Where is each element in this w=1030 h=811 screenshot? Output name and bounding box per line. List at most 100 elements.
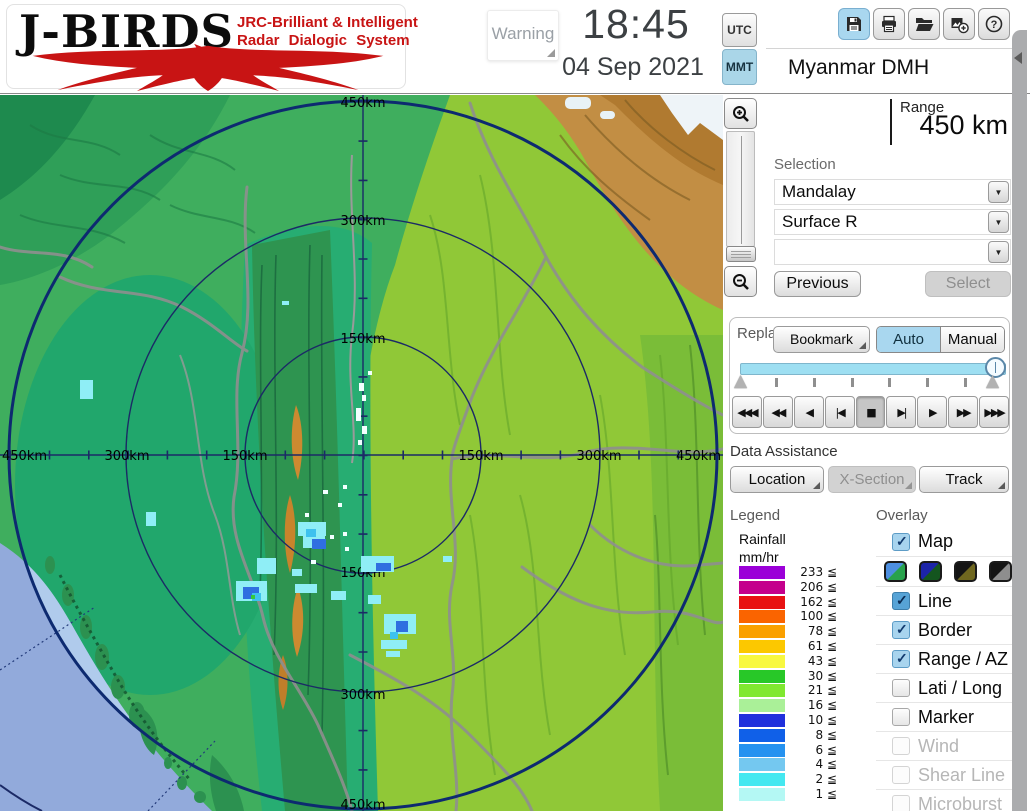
ring-label: 150km: [222, 449, 267, 464]
checkbox-lati-long[interactable]: [892, 679, 910, 697]
legend-color-swatch: [739, 639, 785, 653]
site-dropdown[interactable]: Mandalay ▼: [774, 179, 1011, 205]
ring-label: 150km: [458, 449, 503, 464]
legend-threshold-value: 16 ≦: [807, 698, 837, 713]
legend-row: 2 ≦: [739, 773, 837, 787]
play-button[interactable]: ▶: [917, 396, 948, 428]
legend-row: 78 ≦: [739, 625, 837, 639]
slider-end-marker[interactable]: ▲: [986, 371, 999, 391]
overlay-item-label: Marker: [918, 706, 975, 727]
checkbox-map[interactable]: ✓: [892, 532, 910, 551]
legend-color-swatch: [739, 580, 785, 594]
utc-button[interactable]: UTC: [722, 13, 757, 47]
legend-row: 4 ≦: [739, 758, 837, 772]
select-button: Select: [925, 271, 1011, 297]
overlay-item-label: Shear Line: [918, 764, 1006, 785]
overlay-item-line[interactable]: ✓ Line: [876, 586, 1012, 615]
collapse-arrow-icon[interactable]: [1014, 52, 1022, 64]
map-style-black-gray[interactable]: [989, 561, 1012, 582]
panel-collapse-strip[interactable]: [1012, 30, 1027, 811]
previous-button[interactable]: Previous: [774, 271, 861, 297]
dropdown-button[interactable]: ▼: [988, 211, 1009, 233]
overlay-item-microburst[interactable]: Microburst: [876, 789, 1012, 811]
overlay-item-marker[interactable]: Marker: [876, 702, 1012, 731]
legend-color-swatch: [739, 595, 785, 609]
legend-color-swatch: [739, 743, 785, 757]
map-style-blue-green[interactable]: [884, 561, 907, 582]
radar-map-view[interactable]: 450km 300km 150km 150km 300km 450km 450k…: [0, 95, 723, 811]
chevron-down-icon: ▼: [994, 188, 1003, 197]
rewind-button[interactable]: ◀◀: [762, 396, 793, 428]
zoom-slider-track[interactable]: [726, 131, 755, 247]
zoom-slider-handle[interactable]: [726, 246, 756, 262]
mmt-button[interactable]: MMT: [722, 49, 757, 85]
chevron-down-icon: ▼: [994, 218, 1003, 227]
clock-date: 04 Sep 2021: [562, 53, 704, 81]
overlay-item-border[interactable]: ✓ Border: [876, 615, 1012, 644]
product-dropdown[interactable]: Surface R ▼: [774, 209, 1011, 235]
slider-start-marker[interactable]: ▲: [734, 371, 747, 391]
play-reverse-button[interactable]: ◀: [793, 396, 824, 428]
legend-color-swatch: [739, 669, 785, 683]
overlay-item-range-az[interactable]: ✓ Range / AZ: [876, 644, 1012, 673]
bookmark-button[interactable]: Bookmark: [773, 326, 870, 353]
legend-threshold-value: 233 ≦: [800, 565, 837, 579]
radar-map: 450km 300km 150km 150km 300km 450km 450k…: [0, 95, 723, 811]
add-image-button[interactable]: [943, 8, 975, 40]
legend-color-swatch: [739, 610, 785, 624]
slider-tick: [888, 378, 892, 387]
legend-row: 8 ≦: [739, 728, 837, 742]
dropdown-button[interactable]: ▼: [988, 241, 1009, 263]
checkbox-line[interactable]: ✓: [892, 592, 910, 610]
legend-row: 16 ≦: [739, 698, 837, 713]
checkbox-microburst: [892, 795, 910, 811]
fast-forward-button[interactable]: ▶▶: [948, 396, 979, 428]
checkbox-shear-line: [892, 766, 910, 784]
ring-label: 450km: [2, 449, 47, 464]
ring-label: 300km: [340, 688, 385, 703]
corner-fold-icon: [998, 482, 1005, 489]
open-file-button[interactable]: [908, 8, 940, 40]
print-button[interactable]: [873, 8, 905, 40]
fastest-forward-button[interactable]: ▶▶▶: [979, 396, 1010, 428]
checkbox-marker[interactable]: [892, 708, 910, 726]
legend-title-line1: Rainfall: [739, 531, 786, 547]
map-style-black-olive[interactable]: [954, 561, 977, 582]
manual-mode-button[interactable]: Manual: [941, 327, 1004, 352]
step-forward-button[interactable]: ▶|: [886, 396, 917, 428]
dropdown-button[interactable]: ▼: [988, 181, 1009, 203]
track-button[interactable]: Track: [919, 466, 1009, 493]
location-button[interactable]: Location: [730, 466, 824, 493]
overlay-item-lati-long[interactable]: Lati / Long: [876, 673, 1012, 702]
overlay-item-shear-line[interactable]: Shear Line: [876, 760, 1012, 789]
range-value: 450 km: [919, 110, 1008, 140]
stop-button[interactable]: ■: [855, 396, 886, 428]
zoom-in-button[interactable]: [724, 98, 757, 129]
legend-row: 162 ≦: [739, 595, 837, 609]
fast-rewind-button[interactable]: ◀◀◀: [732, 396, 762, 428]
legend-list: 233 ≦ 206 ≦ 162 ≦ 100 ≦ 78 ≦ 61 ≦ 43 ≦ 30 ≦ 21 ≦…: [739, 566, 837, 803]
legend-threshold-value: 21 ≦: [807, 683, 837, 698]
open-folder-icon: [916, 18, 934, 31]
fastest-forward-icon: ▶▶▶: [984, 405, 1005, 419]
replay-mode-group: Auto Manual: [876, 326, 1005, 353]
option-dropdown[interactable]: ▼: [774, 239, 1011, 265]
replay-slider-track[interactable]: [740, 363, 1006, 375]
legend-color-swatch: [739, 728, 785, 742]
legend-color-swatch: [739, 758, 785, 772]
save-button[interactable]: [838, 8, 870, 40]
legend-row: 10 ≦: [739, 713, 837, 727]
help-button[interactable]: ?: [978, 8, 1010, 40]
checkbox-border[interactable]: ✓: [892, 621, 910, 639]
zoom-out-button[interactable]: [724, 266, 757, 297]
overlay-item-map[interactable]: ✓ Map: [876, 527, 1012, 556]
overlay-item-label: Border: [918, 619, 973, 640]
auto-mode-button[interactable]: Auto: [877, 327, 941, 352]
step-back-icon: |◀: [835, 405, 846, 419]
legend-row: 21 ≦: [739, 683, 837, 698]
overlay-item-wind[interactable]: Wind: [876, 731, 1012, 760]
step-back-button[interactable]: |◀: [824, 396, 855, 428]
map-style-navy-darkgreen[interactable]: [919, 561, 942, 582]
legend-label: Legend: [730, 507, 781, 524]
checkbox-range-az[interactable]: ✓: [892, 650, 910, 668]
